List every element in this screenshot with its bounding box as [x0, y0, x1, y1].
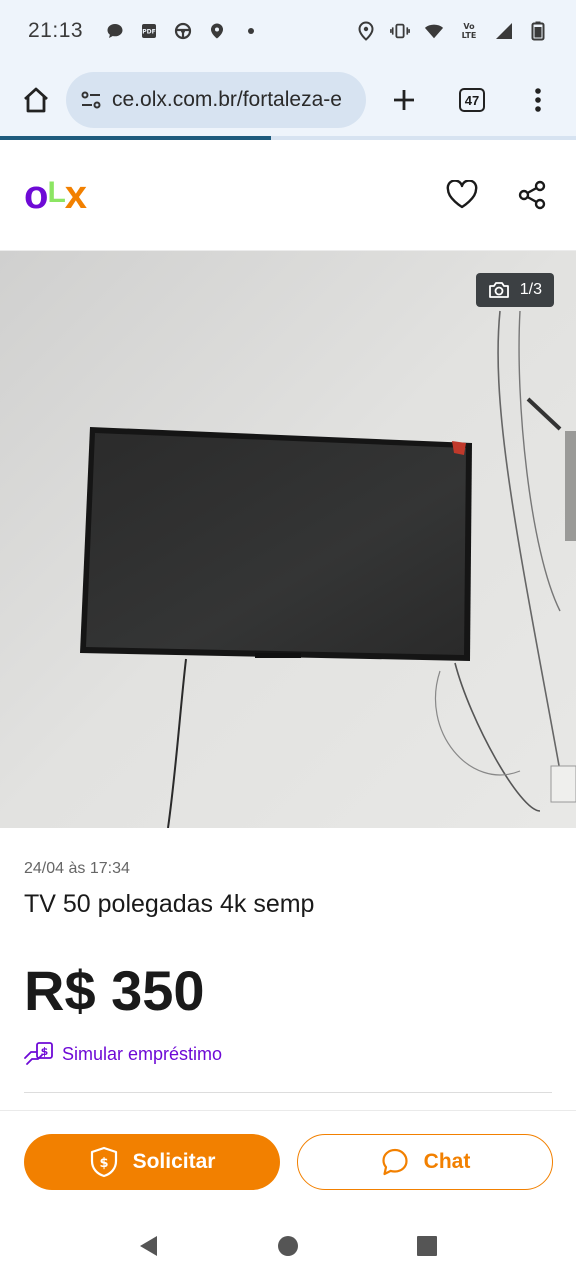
camera-icon	[488, 282, 509, 298]
browser-toolbar: ce.olx.com.br/fortaleza-e 47	[0, 62, 576, 138]
status-time: 21:13	[28, 19, 84, 42]
more-vert-icon	[535, 88, 541, 112]
home-outline-icon	[24, 87, 48, 113]
favorite-button[interactable]	[442, 175, 482, 215]
photo-counter: 1/3	[475, 273, 554, 307]
solicitar-button[interactable]: $ Solicitar	[24, 1134, 280, 1190]
tv-photo-illustration	[0, 251, 576, 828]
action-bar-separator	[0, 1110, 576, 1111]
new-tab-button[interactable]	[382, 78, 426, 122]
steering-wheel-icon	[173, 21, 193, 41]
ad-title: TV 50 polegadas 4k semp	[24, 890, 315, 918]
back-icon	[140, 1236, 158, 1256]
simulate-loan-label[interactable]: Simular empréstimo	[62, 1044, 222, 1065]
svg-text:LTE: LTE	[462, 31, 477, 40]
site-settings-icon[interactable]	[78, 87, 104, 113]
svg-text:$: $	[99, 1156, 108, 1171]
pdf-icon: PDF	[139, 21, 159, 41]
volte-icon: Vo LTE	[458, 21, 480, 41]
logo-letter-l: L	[47, 175, 65, 209]
heart-icon	[446, 180, 478, 209]
status-bar: 21:13 PDF Vo LTE	[0, 0, 576, 62]
loan-simulation-icon: $	[24, 1042, 53, 1065]
battery-icon	[528, 21, 548, 41]
ad-date: 24/04 às 17:34	[24, 860, 130, 877]
shield-dollar-icon: $	[90, 1146, 117, 1178]
recents-icon	[416, 1236, 437, 1256]
vibrate-icon	[390, 21, 410, 41]
home-icon	[277, 1236, 298, 1256]
olx-logo[interactable]: o L x	[24, 172, 87, 218]
header-actions	[442, 175, 552, 215]
browser-home-button[interactable]	[16, 80, 56, 120]
nav-back-button[interactable]	[125, 1222, 173, 1270]
location-icon	[356, 21, 376, 41]
browser-menu-button[interactable]	[516, 78, 560, 122]
logo-letter-o: o	[24, 172, 48, 217]
ad-price: R$ 350	[24, 959, 205, 1022]
wifi-icon	[424, 21, 444, 41]
share-icon	[518, 180, 546, 210]
svg-text:$: $	[41, 1045, 49, 1058]
svg-text:Vo: Vo	[463, 22, 475, 31]
system-nav-bar	[0, 1212, 576, 1280]
dot-icon	[241, 21, 261, 41]
chat-bubble-icon	[105, 21, 125, 41]
location-pin-icon	[207, 21, 227, 41]
plus-icon	[394, 90, 414, 110]
solicitar-label[interactable]: Solicitar	[133, 1150, 216, 1174]
listing-photo[interactable]: 1/3	[0, 251, 576, 828]
system-icons: Vo LTE	[356, 21, 548, 41]
nav-home-button[interactable]	[264, 1222, 312, 1270]
signal-icon	[494, 21, 514, 41]
url-text[interactable]: ce.olx.com.br/fortaleza-e	[112, 88, 342, 112]
address-bar[interactable]: ce.olx.com.br/fortaleza-e	[66, 72, 366, 128]
tab-switcher-button[interactable]: 47	[450, 78, 494, 122]
logo-letter-x: x	[64, 172, 87, 217]
nav-recents-button[interactable]	[403, 1222, 451, 1270]
svg-text:PDF: PDF	[142, 29, 155, 36]
simulate-loan-link[interactable]: $ Simular empréstimo	[24, 1040, 222, 1068]
photo-counter-text: 1/3	[519, 281, 542, 298]
content-divider	[24, 1092, 552, 1093]
site-header: o L x	[0, 140, 576, 251]
tab-count: 47	[459, 88, 485, 112]
chat-icon	[382, 1148, 408, 1176]
notification-icons: PDF	[105, 21, 261, 41]
chat-button[interactable]: Chat	[297, 1134, 553, 1190]
chat-label[interactable]: Chat	[424, 1150, 471, 1174]
share-button[interactable]	[512, 175, 552, 215]
